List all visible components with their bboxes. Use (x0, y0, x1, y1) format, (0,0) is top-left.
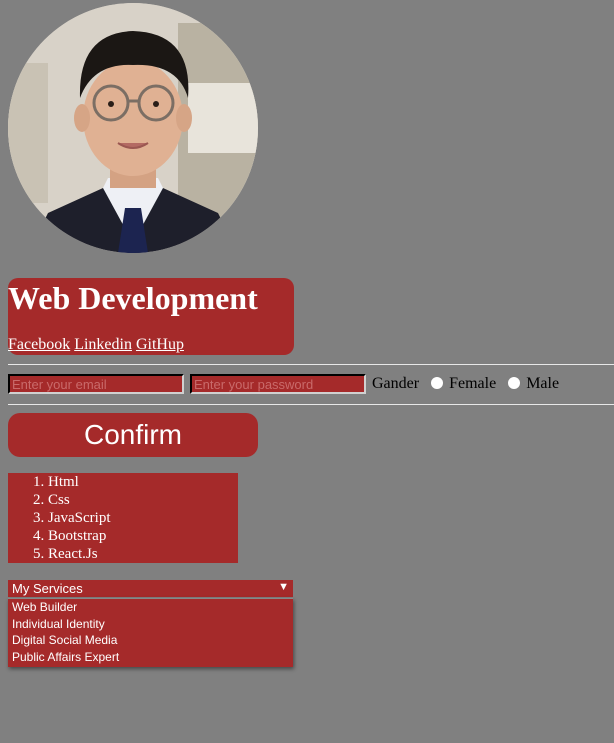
chevron-down-icon: ▼ (278, 581, 289, 593)
bottom-divider (8, 404, 614, 405)
service-option[interactable]: Public Affairs Expert (8, 649, 293, 666)
services-select[interactable]: My Services ▼ (8, 580, 293, 597)
title-card: Web Development Facebook Linkedin GitHup (8, 278, 294, 355)
email-input[interactable] (8, 374, 184, 394)
top-divider (8, 364, 614, 365)
social-links: Facebook Linkedin GitHup (8, 336, 184, 354)
services-selected: My Services (12, 581, 83, 596)
page-title: Web Development (8, 280, 258, 316)
list-item: React.Js (48, 545, 238, 563)
linkedin-link[interactable]: Linkedin (74, 336, 132, 353)
female-radio[interactable] (431, 377, 444, 389)
login-form: Gander Female Male (8, 374, 559, 394)
skills-list: Html Css JavaScript Bootstrap React.Js (8, 473, 238, 563)
profile-photo (8, 3, 258, 253)
service-option[interactable]: Individual Identity (8, 616, 293, 633)
gender-label: Gander (372, 375, 420, 392)
github-link[interactable]: GitHup (136, 336, 184, 353)
female-label: Female (449, 375, 497, 392)
list-item: JavaScript (48, 509, 238, 527)
password-input[interactable] (190, 374, 366, 394)
services-options: Web Builder Individual Identity Digital … (8, 598, 293, 667)
list-item: Bootstrap (48, 527, 238, 545)
portrait-image (8, 3, 258, 253)
list-item: Css (48, 491, 238, 509)
confirm-button[interactable]: Confirm (8, 413, 258, 457)
list-item: Html (48, 473, 238, 491)
male-radio[interactable] (508, 377, 521, 389)
male-label: Male (526, 375, 560, 392)
facebook-link[interactable]: Facebook (8, 336, 70, 353)
service-option[interactable]: Web Builder (8, 599, 293, 616)
service-option[interactable]: Digital Social Media (8, 632, 293, 649)
